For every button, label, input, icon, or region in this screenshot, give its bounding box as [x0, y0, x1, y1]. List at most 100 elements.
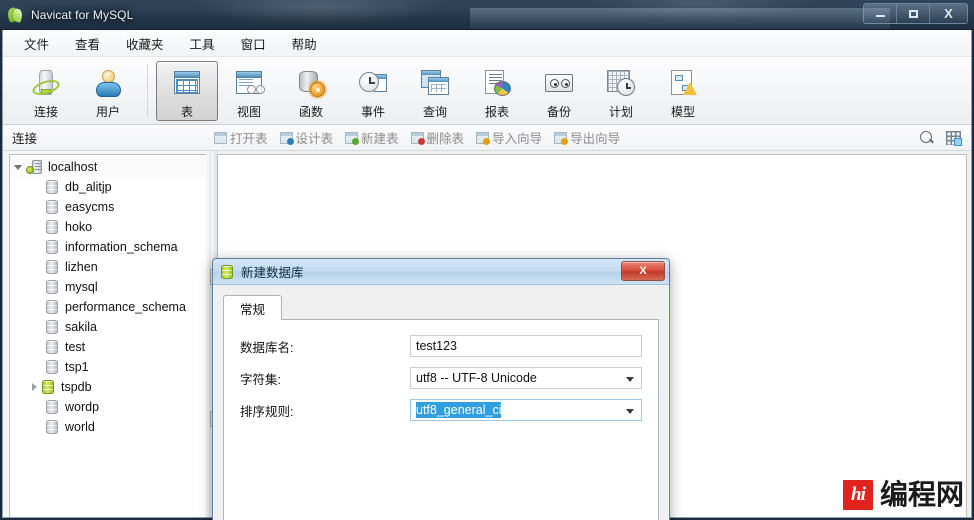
minimize-button[interactable]	[864, 4, 897, 23]
chevron-down-icon[interactable]	[626, 377, 634, 382]
delete-table-icon	[410, 131, 425, 145]
toolbar-event-button[interactable]: 事件	[342, 61, 404, 121]
charset-value: utf8 -- UTF-8 Unicode	[416, 371, 537, 385]
search-icon[interactable]	[920, 131, 934, 145]
menu-window[interactable]: 窗口	[228, 30, 279, 57]
window-controls: X	[863, 3, 968, 24]
main-toolbar: 连接 用户 表 视图 函数 事件 查询 报表 备份 计划 模型	[3, 57, 971, 125]
delete-table-button[interactable]: 删除表	[406, 126, 470, 149]
field-row-database-name: 数据库名:	[240, 335, 642, 357]
tabstrip-filler	[282, 295, 659, 320]
maximize-icon	[908, 9, 918, 18]
toolbar-backup-button[interactable]: 备份	[528, 61, 590, 121]
field-row-collation: 排序规则: utf8_general_ci	[240, 399, 642, 421]
toolbar-table-button[interactable]: 表	[156, 61, 218, 121]
toolbar-connection-button[interactable]: 连接	[15, 61, 77, 121]
tree-item-wordp[interactable]: wordp	[10, 397, 206, 417]
toolbar-view-label: 视图	[236, 105, 261, 119]
menu-file[interactable]: 文件	[11, 30, 62, 57]
collation-value: utf8_general_ci	[416, 402, 502, 418]
toolbar-report-button[interactable]: 报表	[466, 61, 528, 121]
menu-help[interactable]: 帮助	[279, 30, 330, 57]
database-icon	[46, 180, 58, 194]
dialog-body: 常规 数据库名: 字符集: utf8 -- UTF-8 Unicode	[213, 285, 669, 520]
toolbar-separator	[147, 64, 148, 118]
field-row-charset: 字符集: utf8 -- UTF-8 Unicode	[240, 367, 642, 389]
database-icon	[46, 400, 58, 414]
menu-view[interactable]: 查看	[62, 30, 113, 57]
database-icon	[46, 320, 58, 334]
tree-item-information-schema[interactable]: information_schema	[10, 237, 206, 257]
sidebar: localhost db_alitjp easycms hoko informa…	[3, 151, 209, 517]
tree-item-tspdb[interactable]: tspdb	[10, 377, 206, 397]
export-wizard-icon	[554, 131, 569, 145]
tree-item-mysql[interactable]: mysql	[10, 277, 206, 297]
import-wizard-button[interactable]: 导入向导	[471, 126, 547, 149]
toolbar-model-label: 模型	[670, 105, 695, 119]
toolbar-user-button[interactable]: 用户	[77, 61, 139, 121]
tree-item-label: sakila	[65, 320, 97, 334]
dialog-close-button[interactable]: X	[621, 261, 665, 281]
tree-item-sakila[interactable]: sakila	[10, 317, 206, 337]
tree-item-db-alitjp[interactable]: db_alitjp	[10, 177, 206, 197]
tab-page-general: 数据库名: 字符集: utf8 -- UTF-8 Unicode	[223, 319, 659, 520]
tree-item-label: tsp1	[65, 360, 89, 374]
toolbar-model-button[interactable]: 模型	[652, 61, 714, 121]
database-name-input[interactable]	[410, 335, 642, 357]
event-clock-icon	[357, 67, 389, 99]
tree-item-label: world	[65, 420, 95, 434]
dialog-titlebar[interactable]: 新建数据库 X	[213, 259, 669, 285]
tree-item-label: information_schema	[65, 240, 178, 254]
toolbar-schedule-button[interactable]: 计划	[590, 61, 652, 121]
function-icon	[295, 67, 327, 99]
tree-item-label: db_alitjp	[65, 180, 112, 194]
connection-panel-label: 连接	[12, 132, 38, 146]
tree-item-performance-schema[interactable]: performance_schema	[10, 297, 206, 317]
charset-select[interactable]: utf8 -- UTF-8 Unicode	[410, 367, 642, 389]
design-table-button[interactable]: 设计表	[275, 126, 339, 149]
host-server-icon	[26, 159, 42, 175]
window-titlebar[interactable]: Navicat for MySQL X	[0, 0, 974, 30]
twisty-open-icon[interactable]	[10, 164, 26, 170]
grid-view-icon[interactable]	[946, 131, 962, 146]
tree-item-easycms[interactable]: easycms	[10, 197, 206, 217]
backup-tape-icon	[543, 67, 575, 99]
toolbar-function-label: 函数	[298, 105, 323, 119]
menubar: 文件 查看 收藏夹 工具 窗口 帮助	[3, 30, 971, 57]
chevron-down-icon[interactable]	[626, 409, 634, 414]
twisty-closed-icon[interactable]	[26, 383, 42, 391]
database-icon	[46, 220, 58, 234]
model-diagram-icon	[667, 67, 699, 99]
connection-tree[interactable]: localhost db_alitjp easycms hoko informa…	[9, 154, 206, 517]
tree-item-world[interactable]: world	[10, 417, 206, 437]
open-table-button[interactable]: 打开表	[209, 126, 273, 149]
toolbar-function-button[interactable]: 函数	[280, 61, 342, 121]
collation-select[interactable]: utf8_general_ci	[410, 399, 642, 421]
user-icon	[92, 67, 124, 99]
sub-toolbar: 连接 打开表 设计表 新建表 删除表 导入向导 导出向导	[3, 125, 971, 151]
close-button[interactable]: X	[930, 4, 967, 23]
tab-general[interactable]: 常规	[223, 295, 283, 320]
tree-item-hoko[interactable]: hoko	[10, 217, 206, 237]
menu-favorites[interactable]: 收藏夹	[113, 30, 177, 57]
titlebar-left: Navicat for MySQL	[6, 0, 133, 29]
tree-item-tsp1[interactable]: tsp1	[10, 357, 206, 377]
view-icon	[233, 67, 265, 99]
maximize-button[interactable]	[897, 4, 930, 23]
database-icon	[46, 300, 58, 314]
tree-item-test[interactable]: test	[10, 337, 206, 357]
tree-item-localhost[interactable]: localhost	[10, 157, 206, 177]
toolbar-view-button[interactable]: 视图	[218, 61, 280, 121]
close-icon: X	[944, 6, 953, 21]
export-wizard-button[interactable]: 导出向导	[549, 126, 625, 149]
schedule-calendar-icon	[605, 67, 637, 99]
table-icon	[171, 67, 203, 99]
charset-control: utf8 -- UTF-8 Unicode	[410, 367, 642, 389]
table-actions: 打开表 设计表 新建表 删除表 导入向导 导出向导	[209, 126, 625, 149]
charset-label: 字符集:	[240, 372, 281, 387]
toolbar-query-button[interactable]: 查询	[404, 61, 466, 121]
new-table-label: 新建表	[361, 132, 399, 146]
menu-tools[interactable]: 工具	[177, 30, 228, 57]
new-table-button[interactable]: 新建表	[340, 126, 404, 149]
tree-item-lizhen[interactable]: lizhen	[10, 257, 206, 277]
